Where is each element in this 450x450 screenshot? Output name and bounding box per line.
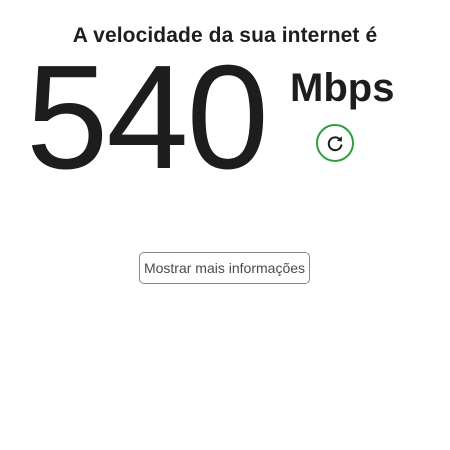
refresh-icon xyxy=(327,136,343,152)
show-more-info-button[interactable]: Mostrar mais informações xyxy=(139,252,310,284)
refresh-button[interactable] xyxy=(316,124,354,162)
speed-unit: Mbps xyxy=(290,66,395,110)
speed-value: 540 xyxy=(26,35,269,200)
